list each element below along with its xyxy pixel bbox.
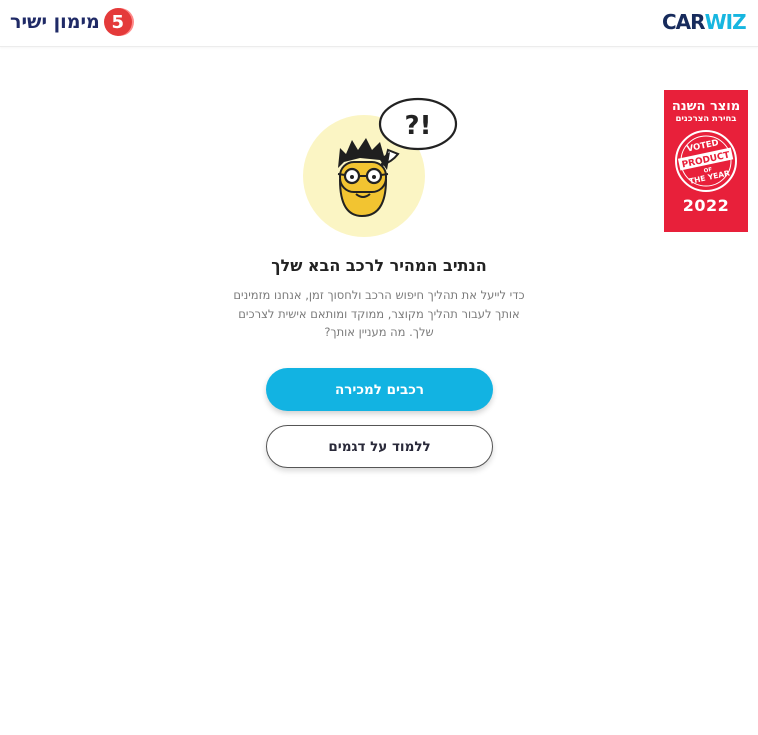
voted-product-stamp-icon: VOTED PRODUCT OF THE YEAR	[675, 130, 737, 192]
badge-year: 2022	[682, 196, 730, 215]
main-description: כדי לייעל את תהליך חיפוש הרכב ולחסוך זמן…	[228, 286, 530, 342]
badge-subtitle: בחירת הצרכנים	[675, 114, 737, 124]
product-of-the-year-badge: מוצר השנה בחירת הצרכנים VOTED PRODUCT OF…	[664, 90, 748, 232]
carwiz-logo-wiz: WIZ	[704, 10, 747, 34]
carwiz-logo-car: CAR	[662, 10, 706, 34]
mimun-yashir-logo-number: 5	[103, 8, 132, 36]
mimun-yashir-logo-text: מימון ישיר	[10, 11, 100, 33]
description-line-2: אותך לעבור תהליך מקוצר, ממוקד ומותאם איש…	[238, 306, 520, 321]
badge-title: מוצר השנה	[671, 99, 741, 114]
top-header: מימון ישיר 5 CAR WIZ	[0, 0, 758, 47]
thinking-man-illustration-icon: ?!	[303, 97, 458, 237]
main-headline: הנתיב המהיר לרכב הבא שלך	[271, 256, 487, 275]
cars-for-sale-button[interactable]: רכבים למכירה	[266, 368, 493, 411]
mimun-yashir-logo[interactable]: מימון ישיר 5	[10, 6, 132, 38]
learn-about-models-button[interactable]: ללמוד על דגמים	[266, 425, 493, 468]
description-line-1: כדי לייעל את תהליך חיפוש הרכב ולחסוך זמן…	[233, 288, 525, 302]
bubble-question-text: ?!	[405, 111, 432, 141]
carwiz-logo[interactable]: CAR WIZ	[662, 8, 747, 36]
page: מימון ישיר 5 CAR WIZ מוצר השנה בחירת הצרכ…	[0, 0, 758, 735]
description-line-3: שלך. מה מעניין אותך?	[324, 325, 434, 339]
